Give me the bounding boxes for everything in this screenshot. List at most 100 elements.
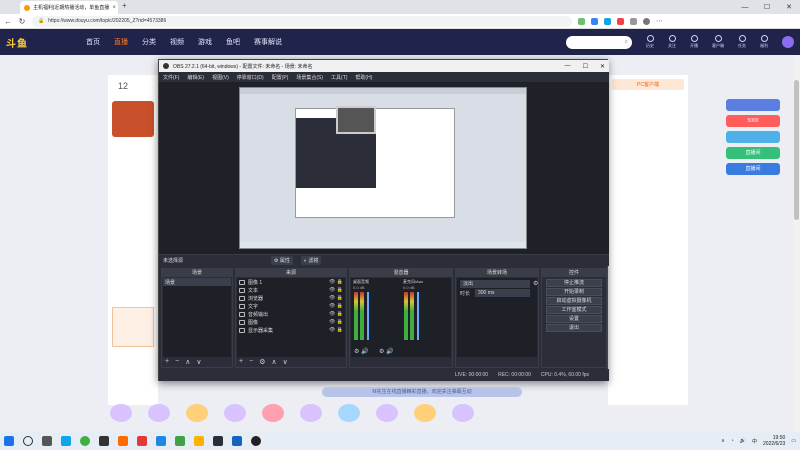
- visibility-eye-icon[interactable]: 👁 🔒: [329, 319, 343, 325]
- close-window-button[interactable]: ✕: [778, 0, 800, 14]
- clock[interactable]: 19:50 2022/6/23: [763, 435, 785, 447]
- game-promo[interactable]: [112, 307, 154, 347]
- speaker-icon[interactable]: 🔊: [361, 349, 368, 355]
- duration-field[interactable]: 300 ms: [475, 289, 530, 297]
- source-item[interactable]: 音频输出 👁 🔒: [237, 310, 345, 318]
- extension-icon[interactable]: [591, 17, 598, 25]
- gift-icon[interactable]: [452, 404, 474, 422]
- gear-icon[interactable]: ⚙: [354, 349, 359, 355]
- menu-view[interactable]: 视图(V): [212, 74, 229, 81]
- page-scrollbar-thumb[interactable]: [794, 80, 799, 220]
- client-button[interactable]: 客户端: [712, 35, 724, 49]
- refresh-icon[interactable]: ↻: [18, 17, 26, 26]
- speaker-icon[interactable]: 🔊: [386, 349, 393, 355]
- maximize-button[interactable]: ☐: [756, 0, 778, 14]
- task-view-icon[interactable]: [42, 436, 52, 446]
- nav-video[interactable]: 视频: [170, 37, 184, 47]
- visibility-eye-icon[interactable]: 👁 🔒: [329, 287, 343, 293]
- favorites-icon[interactable]: [630, 17, 637, 25]
- app-icon[interactable]: [99, 436, 109, 446]
- source-item[interactable]: 图像 1 👁 🔒: [237, 278, 345, 286]
- search-icon[interactable]: ⌕: [625, 39, 628, 46]
- gift-icon[interactable]: [338, 404, 360, 422]
- input-language[interactable]: 中: [752, 438, 757, 445]
- obs-close-button[interactable]: ✕: [600, 63, 605, 70]
- add-source-button[interactable]: +: [239, 358, 243, 366]
- streamer-thumbnail[interactable]: [112, 101, 154, 137]
- start-recording-button[interactable]: 开始录制: [546, 288, 602, 296]
- extension-icon[interactable]: [604, 17, 611, 25]
- douyu-logo[interactable]: 斗鱼: [6, 35, 72, 50]
- menu-help[interactable]: 帮助(H): [355, 74, 372, 81]
- history-button[interactable]: 历史: [646, 35, 654, 49]
- gear-icon[interactable]: ⚙: [533, 280, 538, 287]
- profile-avatar[interactable]: [643, 17, 650, 25]
- obs-preview[interactable]: [159, 82, 609, 254]
- remove-source-button[interactable]: −: [249, 358, 253, 366]
- promo-item[interactable]: 直播间: [726, 163, 780, 175]
- volume-icon[interactable]: 🔊: [740, 438, 746, 444]
- stop-streaming-button[interactable]: 停止推流: [546, 279, 602, 287]
- menu-edit[interactable]: 编辑(E): [187, 74, 204, 81]
- remove-scene-button[interactable]: −: [175, 358, 179, 366]
- gift-icon[interactable]: [262, 404, 284, 422]
- nav-games[interactable]: 游戏: [198, 37, 212, 47]
- back-icon[interactable]: ←: [4, 17, 12, 26]
- task-button[interactable]: 任务: [738, 35, 746, 49]
- nav-home[interactable]: 首页: [86, 37, 100, 47]
- search-input[interactable]: ⌕: [566, 35, 632, 49]
- nav-live[interactable]: 直播: [114, 37, 128, 47]
- menu-file[interactable]: 文件(F): [163, 74, 179, 81]
- nav-esports[interactable]: 赛事解说: [254, 37, 282, 47]
- url-field[interactable]: 🔒 https://www.douyu.com/topic/202205_Z?r…: [32, 15, 572, 27]
- source-item[interactable]: 显示器采集 👁 🔒: [237, 326, 345, 334]
- gift-icon[interactable]: [300, 404, 322, 422]
- visibility-eye-icon[interactable]: 👁 🔒: [329, 327, 343, 333]
- obs-minimize-button[interactable]: —: [565, 63, 571, 70]
- move-up-button[interactable]: ∧: [185, 358, 190, 366]
- exit-button[interactable]: 退出: [546, 324, 602, 332]
- source-item[interactable]: 文字 👁 🔒: [237, 302, 345, 310]
- move-down-button[interactable]: ∨: [283, 358, 288, 366]
- visibility-eye-icon[interactable]: 👁 🔒: [329, 311, 343, 317]
- more-icon[interactable]: ⋯: [656, 17, 663, 25]
- gift-icon[interactable]: [376, 404, 398, 422]
- promo-item[interactable]: [726, 99, 780, 111]
- move-up-button[interactable]: ∧: [271, 358, 276, 366]
- notice-bar[interactable]: M先生在线直播精彩直播，欢迎关注弹幕互动: [322, 387, 522, 397]
- filters-button[interactable]: ◐ 滤镜: [300, 256, 322, 265]
- obs-maximize-button[interactable]: ☐: [583, 63, 588, 70]
- studio-mode-button[interactable]: 工作室模式: [546, 306, 602, 314]
- notification-icon[interactable]: ▭: [791, 438, 796, 444]
- move-down-button[interactable]: ∨: [196, 358, 201, 366]
- source-item[interactable]: 浏览器 👁 🔒: [237, 294, 345, 302]
- gear-icon[interactable]: ⚙: [379, 349, 384, 355]
- volume-slider[interactable]: [367, 292, 369, 340]
- virtual-camera-button[interactable]: 启动虚拟摄像机: [546, 297, 602, 305]
- nav-yuba[interactable]: 鱼吧: [226, 37, 240, 47]
- windows-start-icon[interactable]: [4, 436, 14, 446]
- extension-icon[interactable]: [578, 17, 585, 25]
- user-avatar[interactable]: [782, 36, 794, 48]
- app-icon[interactable]: [137, 436, 147, 446]
- close-tab-icon[interactable]: ×: [112, 5, 116, 11]
- app-icon[interactable]: [118, 436, 128, 446]
- source-item[interactable]: 文本 👁 🔒: [237, 286, 345, 294]
- app-icon[interactable]: [175, 436, 185, 446]
- gift-icon[interactable]: [224, 404, 246, 422]
- menu-tools[interactable]: 工具(T): [331, 74, 347, 81]
- gift-icon[interactable]: [186, 404, 208, 422]
- pc-client-badge[interactable]: PC客户端: [612, 79, 684, 90]
- minimize-button[interactable]: —: [734, 0, 756, 14]
- promo-item[interactable]: [726, 131, 780, 143]
- add-scene-button[interactable]: +: [165, 358, 169, 366]
- follow-button[interactable]: 关注: [668, 35, 676, 49]
- edge-icon[interactable]: [61, 436, 71, 446]
- menu-scene-collection[interactable]: 场景集合(S): [296, 74, 323, 81]
- properties-button[interactable]: ⚙ 属性: [271, 256, 293, 265]
- visibility-eye-icon[interactable]: 👁 🔒: [329, 303, 343, 309]
- broadcast-button[interactable]: 开播: [690, 35, 698, 49]
- settings-button[interactable]: 设置: [546, 315, 602, 323]
- visibility-eye-icon[interactable]: 👁 🔒: [329, 279, 343, 285]
- network-icon[interactable]: ◔: [731, 438, 734, 444]
